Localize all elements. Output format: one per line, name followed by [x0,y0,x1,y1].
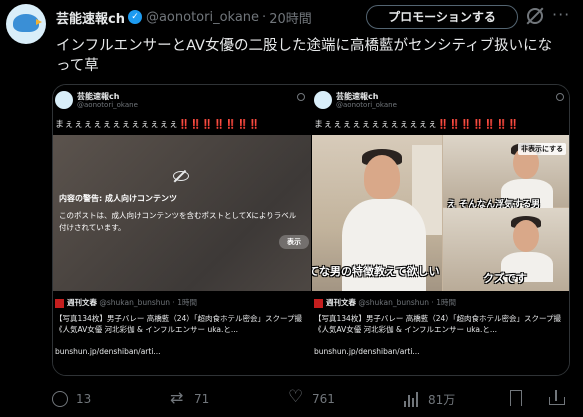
verified-badge-icon: ✓ [127,10,142,24]
embedded-handle: @aonotori_okane [77,101,138,109]
more-options-icon[interactable]: ··· [552,5,570,24]
repost-count: 71 [194,392,210,406]
quoted-source: 週刊文春 @shukan_bunshun · 1時間 [314,297,456,313]
quoted-source: 週刊文春 @shukan_bunshun · 1時間 [55,297,197,313]
article-link: bunshun.jp/denshiban/arti... [314,347,420,356]
hide-caption: 非表示にする [518,143,567,155]
repost-icon [170,388,186,407]
video-panel-top: 非表示にする え そんなん浮気する男 [443,135,569,210]
media-image-right[interactable]: 芸能速報ch @aonotori_okane まぇぇぇぇぇぇぇぇぇぇぇぇ‼️‼️… [312,85,569,375]
reply-count: 13 [76,392,92,406]
repost-button[interactable]: 71 [170,388,209,410]
eye-off-icon [173,171,189,181]
media-image-left[interactable]: 芸能速報ch @aonotori_okane まぇぇぇぇぇぇぇぇぇぇぇぇ‼️‼️… [53,85,311,375]
article-link: bunshun.jp/denshiban/arti... [55,347,161,356]
caption-bottom: てな男の特徴教えて欲しい [312,265,440,278]
bunshun-logo-icon [55,298,64,308]
grok-icon[interactable] [527,8,543,24]
bookmark-icon[interactable] [510,390,522,406]
tweet-text: インフルエンサーとAV女優の二股した途端に高橋藍がセンシティブ扱いになって草 [56,38,553,74]
promote-button[interactable]: プロモーションする [366,5,518,29]
video-main-panel: てな男の特徴教えて欲しい [312,135,442,291]
grok-icon [297,93,305,101]
reply-icon [52,391,68,407]
views-button[interactable]: 81万 [404,388,455,410]
person-figure [364,155,400,199]
grok-icon [556,93,564,101]
show-button[interactable]: 表示 [279,235,309,249]
like-button[interactable]: 761 [288,387,335,410]
warning-title: 内容の警告: 成人向けコンテンツ [59,194,177,203]
quoted-article-text: 【写真134枚】男子バレー 高橋藍（24）「超肉食ホテル密会」スクープ撮《人気A… [314,314,562,334]
sensitive-overlay: 内容の警告: 成人向けコンテンツ このポストは、成人向けコンテンツを含むポストと… [53,135,311,291]
bunshun-logo-icon [314,298,323,308]
embedded-header: 芸能速報ch @aonotori_okane [314,91,564,113]
like-count: 761 [312,392,335,406]
embedded-handle: @aonotori_okane [336,101,397,109]
media-container[interactable]: 芸能速報ch @aonotori_okane まぇぇぇぇぇぇぇぇぇぇぇぇ‼️‼️… [52,84,570,376]
embedded-avatar [55,91,73,109]
video-panel-bottom: クズです [443,208,569,291]
avatar[interactable] [6,4,46,44]
reply-button[interactable]: 13 [52,388,91,410]
author-name[interactable]: 芸能速報ch [56,8,125,27]
views-count: 81万 [428,392,456,407]
video-frame: てな男の特徴教えて欲しい 非表示にする え そんなん浮気する男 クズです [312,135,569,291]
warning-body: このポストは、成人向けコンテンツを含むポストとしてXによりラベル付けされています… [59,211,297,232]
action-bar: 13 71 761 81万 [52,387,572,410]
timestamp[interactable]: 20時間 [269,8,312,27]
tweet-header: 芸能速報ch ✓ @aonotori_okane · 20時間 [56,8,312,27]
share-icon[interactable] [548,388,565,406]
person-figure [513,220,539,252]
embedded-text: まぇぇぇぇぇぇぇぇぇぇぇぇ‼️‼️‼️‼️‼️‼️‼️ [314,120,520,130]
embedded-text: まぇぇぇぇぇぇぇぇぇぇぇぇ‼️‼️‼️‼️‼️‼️‼️ [55,120,261,130]
separator: · [262,9,267,25]
embedded-avatar [314,91,332,109]
author-handle[interactable]: @aonotori_okane [146,10,259,25]
embedded-header: 芸能速報ch @aonotori_okane [55,91,305,113]
analytics-icon [404,391,420,407]
heart-icon [288,387,304,407]
quoted-article-text: 【写真134枚】男子バレー 高橋藍（24）「超肉食ホテル密会」スクープ撮《人気A… [55,314,303,334]
caption-kuzu: クズです [483,272,527,285]
